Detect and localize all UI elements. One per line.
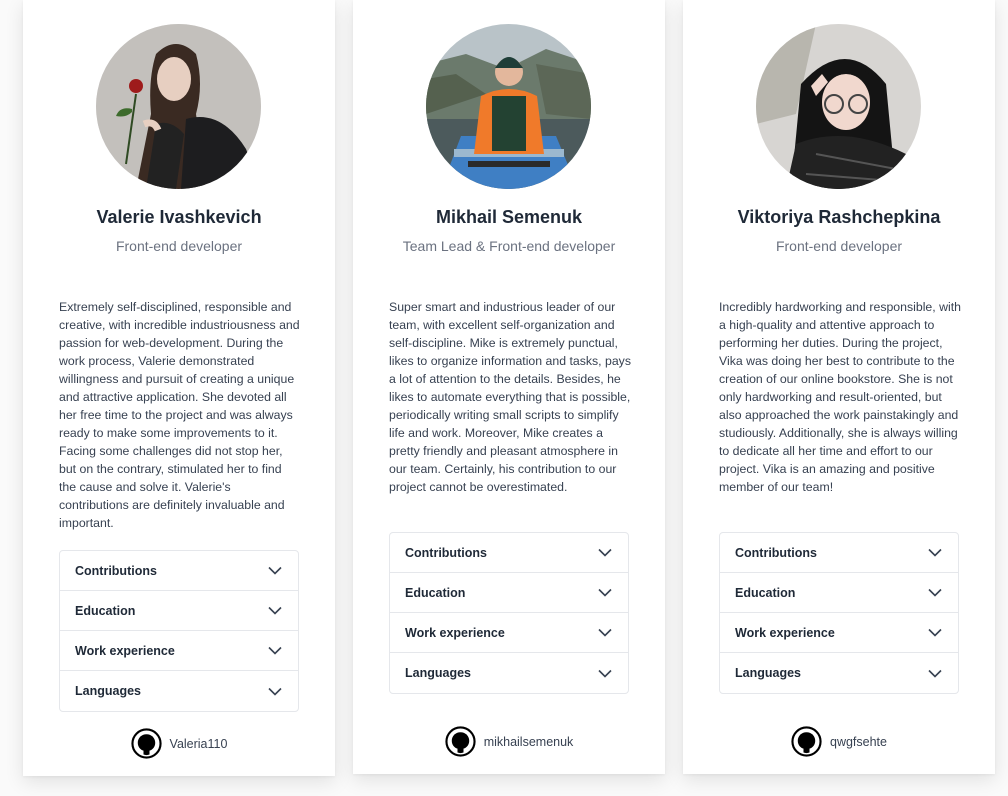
team-member-card-valerie: Valerie Ivashkevich Front-end developer …	[23, 0, 335, 776]
avatar	[756, 24, 921, 189]
chevron-down-icon	[598, 628, 612, 637]
avatar	[426, 24, 591, 189]
member-bio: Extremely self-disciplined, responsible …	[59, 300, 300, 530]
member-name: Viktoriya Rashchepkina	[737, 207, 941, 227]
avatar	[96, 24, 261, 189]
chevron-down-icon	[268, 566, 282, 575]
chevron-down-icon	[928, 669, 942, 678]
chevron-down-icon	[928, 548, 942, 557]
github-icon	[445, 726, 476, 757]
chevron-down-icon	[268, 606, 282, 615]
chevron-down-icon	[598, 669, 612, 678]
member-name: Valerie Ivashkevich	[96, 207, 262, 227]
github-link[interactable]: Valeria110	[23, 728, 335, 759]
accordion-item-languages[interactable]: Languages	[720, 653, 958, 693]
accordion-label: Education	[405, 585, 466, 600]
member-role: Team Lead & Front-end developer	[402, 238, 616, 254]
github-link[interactable]: mikhailsemenuk	[353, 726, 665, 757]
chevron-down-icon	[268, 687, 282, 696]
accordion-label: Contributions	[75, 563, 157, 578]
member-bio: Super smart and industrious leader of ou…	[389, 300, 631, 494]
accordion-item-education[interactable]: Education	[720, 573, 958, 613]
member-role: Front-end developer	[775, 238, 903, 254]
accordion-item-contributions[interactable]: Contributions	[390, 533, 628, 573]
accordion-item-work-experience[interactable]: Work experience	[60, 631, 298, 671]
member-name: Mikhail Semenuk	[435, 207, 583, 227]
chevron-down-icon	[928, 628, 942, 637]
team-member-card-mikhail: Mikhail Semenuk Team Lead & Front-end de…	[353, 0, 665, 774]
accordion-label: Contributions	[735, 545, 817, 560]
details-accordion: Contributions Education Work experience …	[719, 532, 959, 694]
accordion-label: Work experience	[735, 625, 835, 640]
accordion-item-work-experience[interactable]: Work experience	[390, 613, 628, 653]
chevron-down-icon	[598, 588, 612, 597]
member-role: Front-end developer	[115, 238, 243, 254]
accordion-label: Work experience	[75, 643, 175, 658]
accordion-item-work-experience[interactable]: Work experience	[720, 613, 958, 653]
accordion-item-education[interactable]: Education	[390, 573, 628, 613]
accordion-label: Languages	[735, 666, 801, 680]
member-bio: Incredibly hardworking and responsible, …	[719, 300, 961, 494]
chevron-down-icon	[268, 646, 282, 655]
github-username: Valeria110	[169, 736, 228, 751]
github-icon	[791, 726, 822, 757]
team-member-card-viktoriya: Viktoriya Rashchepkina Front-end develop…	[683, 0, 995, 774]
accordion-label: Education	[735, 585, 796, 600]
github-username: qwgfsehte	[830, 734, 887, 749]
github-icon	[130, 728, 162, 759]
accordion-label: Work experience	[405, 625, 505, 640]
chevron-down-icon	[598, 548, 612, 557]
accordion-item-languages[interactable]: Languages	[60, 671, 298, 711]
github-link[interactable]: qwgfsehte	[683, 726, 995, 757]
accordion-item-languages[interactable]: Languages	[390, 653, 628, 693]
accordion-label: Education	[75, 603, 136, 618]
github-username: mikhailsemenuk	[483, 734, 574, 749]
details-accordion: Contributions Education Work experience …	[59, 550, 299, 712]
accordion-label: Languages	[75, 684, 141, 698]
accordion-item-contributions[interactable]: Contributions	[720, 533, 958, 573]
accordion-label: Languages	[405, 666, 471, 680]
accordion-item-education[interactable]: Education	[60, 591, 298, 631]
accordion-item-contributions[interactable]: Contributions	[60, 551, 298, 591]
chevron-down-icon	[928, 588, 942, 597]
details-accordion: Contributions Education Work experience …	[389, 532, 629, 694]
accordion-label: Contributions	[405, 545, 487, 560]
